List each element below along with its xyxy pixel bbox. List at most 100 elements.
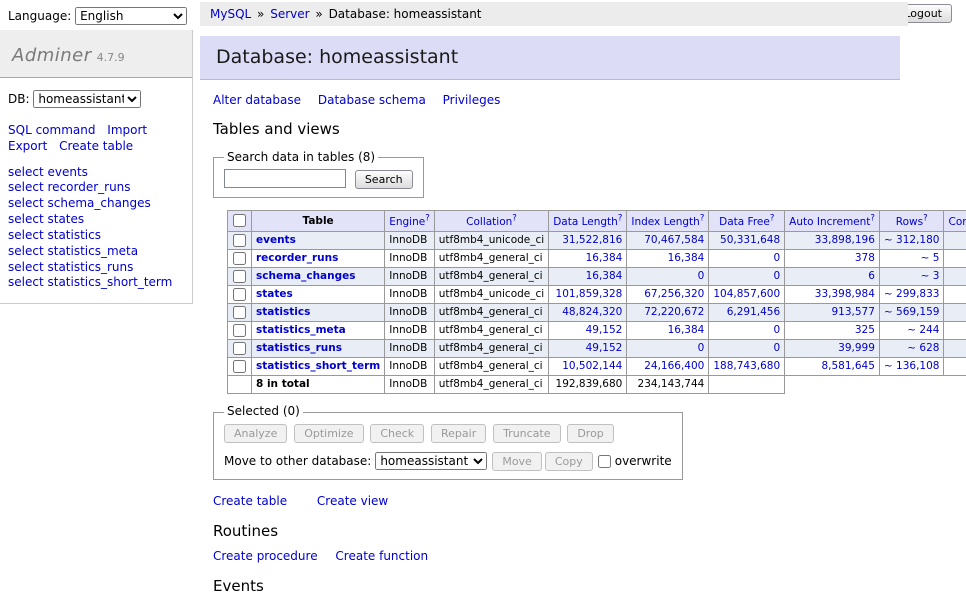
- comment-header-link[interactable]: Comment?: [948, 216, 966, 228]
- select-link[interactable]: select: [8, 228, 44, 242]
- language-select[interactable]: English: [75, 7, 187, 25]
- rows-header-link[interactable]: Rows?: [896, 216, 928, 228]
- table-link[interactable]: statistics_meta: [256, 324, 346, 336]
- data-length-link[interactable]: 49,152: [586, 324, 623, 336]
- create-view-link[interactable]: Create view: [317, 494, 388, 508]
- index-length-link[interactable]: 0: [698, 342, 705, 354]
- engine-header-link[interactable]: Engine?: [389, 216, 430, 228]
- rows-link[interactable]: ~ 628: [907, 342, 939, 354]
- auto-increment-link[interactable]: 8,581,645: [821, 360, 874, 372]
- auto-increment-link[interactable]: 33,898,196: [815, 234, 875, 246]
- table-link[interactable]: events: [256, 234, 296, 246]
- sidebar-link-import[interactable]: Import: [107, 123, 147, 137]
- index-length-link[interactable]: 72,220,672: [644, 306, 704, 318]
- index-length-link[interactable]: 67,256,320: [644, 288, 704, 300]
- data-free-link[interactable]: 104,857,600: [713, 288, 780, 300]
- select-link[interactable]: select: [8, 244, 44, 258]
- data-length-link[interactable]: 48,824,320: [562, 306, 622, 318]
- row-checkbox[interactable]: [233, 288, 246, 301]
- table-link[interactable]: schema_changes: [256, 270, 356, 282]
- auto-increment-link[interactable]: 39,999: [838, 342, 875, 354]
- table-link[interactable]: statistics_runs: [256, 342, 342, 354]
- data-free-link[interactable]: 188,743,680: [713, 360, 780, 372]
- index-length-link[interactable]: 16,384: [668, 252, 705, 264]
- create-procedure-link[interactable]: Create procedure: [213, 549, 318, 563]
- breadcrumb-server-link[interactable]: Server: [270, 7, 309, 21]
- data-free-link[interactable]: 6,291,456: [727, 306, 780, 318]
- table-name-link[interactable]: statistics_meta: [47, 244, 138, 258]
- table-name-link[interactable]: schema_changes: [47, 196, 150, 210]
- overwrite-checkbox[interactable]: [598, 455, 611, 468]
- rows-link[interactable]: ~ 3: [921, 270, 940, 282]
- data-length-header-link[interactable]: Data Length?: [553, 216, 622, 228]
- table-name-link[interactable]: recorder_runs: [47, 180, 130, 194]
- table-name-link[interactable]: statistics: [47, 228, 101, 242]
- table-name-link[interactable]: events: [47, 165, 87, 179]
- database-schema-link[interactable]: Database schema: [318, 93, 426, 107]
- data-length-link[interactable]: 101,859,328: [556, 288, 623, 300]
- create-function-link[interactable]: Create function: [335, 549, 428, 563]
- select-link[interactable]: select: [8, 275, 44, 289]
- row-checkbox[interactable]: [233, 342, 246, 355]
- row-checkbox[interactable]: [233, 234, 246, 247]
- overwrite-label[interactable]: overwrite: [615, 454, 672, 468]
- data-free-header-link[interactable]: Data Free?: [719, 216, 774, 228]
- index-length-link[interactable]: 70,467,584: [644, 234, 704, 246]
- index-length-header-link[interactable]: Index Length?: [631, 216, 704, 228]
- data-length-link[interactable]: 16,384: [586, 270, 623, 282]
- table-name-link[interactable]: statistics_runs: [47, 260, 133, 274]
- collation-header-link[interactable]: Collation?: [466, 216, 517, 228]
- repair-button[interactable]: Repair: [431, 424, 486, 443]
- sidebar-link-export[interactable]: Export: [8, 139, 47, 153]
- move-db-select[interactable]: homeassistant: [375, 452, 487, 470]
- select-all-checkbox[interactable]: [233, 214, 246, 227]
- breadcrumb-mysql-link[interactable]: MySQL: [210, 7, 251, 21]
- rows-link[interactable]: ~ 136,108: [884, 360, 940, 372]
- select-link[interactable]: select: [8, 165, 44, 179]
- data-free-link[interactable]: 0: [773, 252, 780, 264]
- search-button[interactable]: Search: [355, 170, 413, 189]
- row-checkbox[interactable]: [233, 270, 246, 283]
- auto-increment-link[interactable]: 6: [868, 270, 875, 282]
- drop-button[interactable]: Drop: [567, 424, 613, 443]
- db-select[interactable]: homeassistant: [33, 90, 141, 108]
- auto-increment-link[interactable]: 325: [855, 324, 875, 336]
- search-input[interactable]: [224, 169, 346, 188]
- data-free-link[interactable]: 0: [773, 270, 780, 282]
- truncate-button[interactable]: Truncate: [493, 424, 560, 443]
- select-link[interactable]: select: [8, 196, 44, 210]
- rows-link[interactable]: ~ 5: [921, 252, 940, 264]
- rows-link[interactable]: ~ 569,159: [884, 306, 940, 318]
- select-link[interactable]: select: [8, 180, 44, 194]
- auto-increment-link[interactable]: 913,577: [832, 306, 875, 318]
- index-length-link[interactable]: 0: [698, 270, 705, 282]
- table-name-link[interactable]: statistics_short_term: [47, 275, 172, 289]
- analyze-button[interactable]: Analyze: [224, 424, 287, 443]
- row-checkbox[interactable]: [233, 306, 246, 319]
- table-link[interactable]: recorder_runs: [256, 252, 338, 264]
- sidebar-link-sql-command[interactable]: SQL command: [8, 123, 95, 137]
- table-link[interactable]: states: [256, 288, 293, 300]
- privileges-link[interactable]: Privileges: [443, 93, 501, 107]
- alter-database-link[interactable]: Alter database: [213, 93, 301, 107]
- rows-link[interactable]: ~ 312,180: [884, 234, 940, 246]
- auto-increment-link[interactable]: 33,398,984: [815, 288, 875, 300]
- rows-link[interactable]: ~ 244: [907, 324, 939, 336]
- check-button[interactable]: Check: [370, 424, 424, 443]
- select-link[interactable]: select: [8, 212, 44, 226]
- data-free-link[interactable]: 0: [773, 324, 780, 336]
- move-button[interactable]: Move: [492, 452, 542, 471]
- sidebar-link-create-table[interactable]: Create table: [59, 139, 133, 153]
- rows-link[interactable]: ~ 299,833: [884, 288, 940, 300]
- data-length-link[interactable]: 10,502,144: [562, 360, 622, 372]
- table-link[interactable]: statistics_short_term: [256, 360, 380, 372]
- data-free-link[interactable]: 0: [773, 342, 780, 354]
- row-checkbox[interactable]: [233, 360, 246, 373]
- create-table-link[interactable]: Create table: [213, 494, 287, 508]
- data-length-link[interactable]: 49,152: [586, 342, 623, 354]
- table-name-link[interactable]: states: [47, 212, 84, 226]
- data-length-link[interactable]: 31,522,816: [562, 234, 622, 246]
- select-link[interactable]: select: [8, 260, 44, 274]
- row-checkbox[interactable]: [233, 252, 246, 265]
- copy-button[interactable]: Copy: [545, 452, 593, 471]
